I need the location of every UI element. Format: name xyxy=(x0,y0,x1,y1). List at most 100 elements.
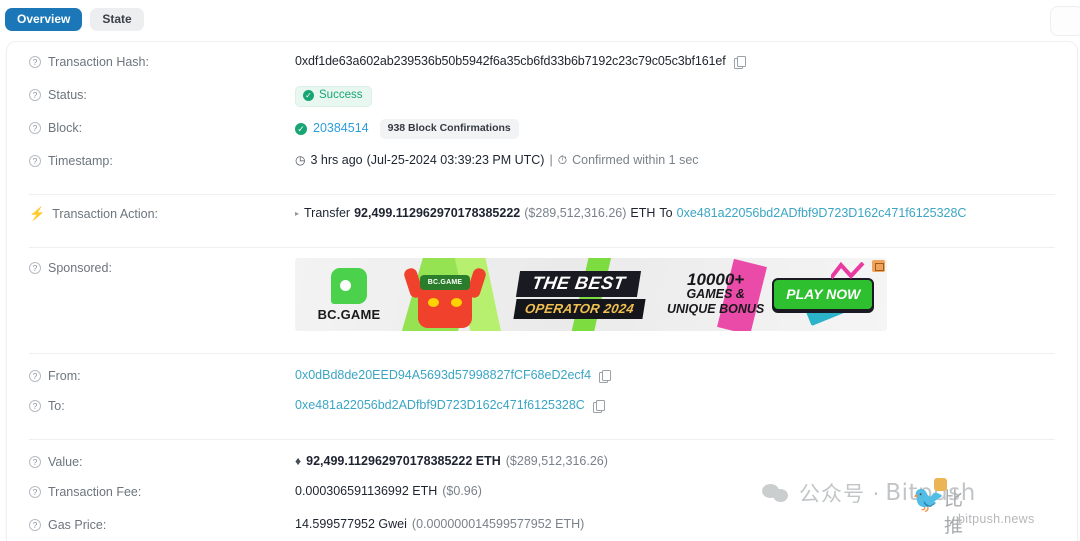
row-from: ? From: 0x0dBd8de20EED94A5693d57998827fC… xyxy=(7,364,1077,397)
row-transaction-hash: ? Transaction Hash: 0xdf1de63a602ab23953… xyxy=(7,53,1077,86)
bolt-icon: ⚡ xyxy=(29,206,46,221)
fee-usd: ($0.96) xyxy=(442,484,482,498)
mascot-eye-left xyxy=(428,297,439,307)
label-text: Block: xyxy=(48,121,83,135)
label-text: From: xyxy=(48,369,81,383)
tab-state[interactable]: State xyxy=(90,8,144,31)
help-icon[interactable]: ? xyxy=(29,400,41,412)
from-address-link[interactable]: 0x0dBd8de20EED94A5693d57998827fCF68eD2ec… xyxy=(295,367,591,384)
label-transaction-hash: ? Transaction Hash: xyxy=(29,53,295,70)
bc-game-logo-icon xyxy=(331,267,367,304)
etherscan-transaction-page: Overview State ? Transaction Hash: 0xdf1… xyxy=(0,0,1080,541)
label-block: ? Block: xyxy=(29,119,295,136)
transaction-hash-text: 0xdf1de63a602ab239536b50b5942f6a35cb6fd3… xyxy=(295,54,726,68)
help-icon[interactable]: ? xyxy=(29,519,41,531)
stopwatch-icon: ⏱ xyxy=(557,153,568,167)
mascot-eye-right xyxy=(451,297,462,307)
gas-price-gwei: 14.599577952 Gwei xyxy=(295,517,407,531)
help-icon[interactable]: ? xyxy=(29,486,41,498)
tab-overview[interactable]: Overview xyxy=(5,8,83,31)
copy-icon[interactable] xyxy=(599,369,612,383)
status-text: Success xyxy=(319,89,363,101)
sponsored-banner-ad[interactable]: BC.GAME BC.GAME THE BEST OPERATOR 2024 1… xyxy=(295,258,887,331)
value-block: ✓ 20384514 938 Block Confirmations xyxy=(295,119,1055,139)
fee-eth: 0.000306591136992 ETH xyxy=(295,484,438,498)
banner-headline: THE BEST OPERATOR 2024 xyxy=(491,270,667,319)
mascot-body: BC.GAME xyxy=(402,266,488,328)
value-eth: 92,499.112962970178385222 ETH xyxy=(306,454,501,468)
top-right-panel-edge xyxy=(1050,6,1080,36)
banner-offer-mid: GAMES & xyxy=(686,287,745,301)
help-icon[interactable]: ? xyxy=(29,456,41,468)
action-usd: ($289,512,316.26) xyxy=(524,206,627,220)
block-check-icon: ✓ xyxy=(295,122,307,135)
tab-bar: Overview State xyxy=(5,8,144,31)
divider xyxy=(29,194,1055,195)
action-to-address-link[interactable]: 0xe481a22056bd2ADfbf9D723D162c471f612532… xyxy=(677,205,967,222)
row-to: ? To: 0xe481a22056bd2ADfbf9D723D162c471f… xyxy=(7,397,1077,430)
help-icon[interactable]: ? xyxy=(29,155,41,167)
gas-price-eth: (0.000000014599577952 ETH) xyxy=(411,517,585,531)
action-verb: Transfer xyxy=(304,206,351,220)
value-transaction-hash: 0xdf1de63a602ab239536b50b5942f6a35cb6fd3… xyxy=(295,53,1055,70)
label-to: ? To: xyxy=(29,397,295,414)
copy-icon[interactable] xyxy=(592,399,605,413)
expand-triangle-icon[interactable]: ▸ xyxy=(295,205,299,222)
banner-headline-bottom: OPERATOR 2024 xyxy=(512,298,646,319)
block-confirmations-badge: 938 Block Confirmations xyxy=(379,119,519,139)
help-icon[interactable]: ? xyxy=(29,56,41,68)
label-text: To: xyxy=(48,399,65,413)
confirmed-within-text: Confirmed within 1 sec xyxy=(572,153,699,167)
clock-icon: ◷ xyxy=(295,153,306,167)
banner-headline-top: THE BEST xyxy=(516,270,642,297)
label-text: Sponsored: xyxy=(48,261,112,275)
label-transaction-action: ⚡ Transaction Action: xyxy=(29,205,295,222)
row-transaction-action: ⚡ Transaction Action: ▸ Transfer 92,499.… xyxy=(7,205,1077,238)
row-gas-price: ? Gas Price: 14.599577952 Gwei (0.000000… xyxy=(7,516,1077,541)
value-transaction-action: ▸ Transfer 92,499.112962970178385222 ($2… xyxy=(295,205,1055,222)
action-to-word: To xyxy=(659,206,673,220)
label-from: ? From: xyxy=(29,367,295,384)
row-block: ? Block: ✓ 20384514 938 Block Confirmati… xyxy=(7,119,1077,152)
label-status: ? Status: xyxy=(29,86,295,103)
copy-icon[interactable] xyxy=(733,55,746,69)
label-timestamp: ? Timestamp: xyxy=(29,152,295,169)
help-icon[interactable]: ? xyxy=(29,370,41,382)
banner-offer-text: 10000+ GAMES & UNIQUE BONUS xyxy=(667,270,765,317)
divider xyxy=(29,247,1055,248)
label-transaction-fee: ? Transaction Fee: xyxy=(29,483,295,500)
help-icon[interactable]: ? xyxy=(29,122,41,134)
block-number-link[interactable]: 20384514 xyxy=(313,120,369,137)
value-gas-price: 14.599577952 Gwei (0.000000014599577952 … xyxy=(295,516,1055,533)
banner-mascot-image: BC.GAME xyxy=(399,262,491,328)
banner-brand-logo: BC.GAME xyxy=(295,267,399,322)
ad-close-icon[interactable] xyxy=(872,260,885,272)
banner-offer-small: UNIQUE BONUS xyxy=(667,302,765,316)
label-text: Value: xyxy=(48,455,83,469)
timestamp-separator: | xyxy=(549,153,553,167)
divider xyxy=(29,353,1055,354)
check-circle-icon: ✓ xyxy=(303,90,314,102)
help-icon[interactable]: ? xyxy=(29,262,41,274)
row-status: ? Status: ✓ Success xyxy=(7,86,1077,119)
label-text: Transaction Fee: xyxy=(48,485,142,499)
value-transaction-fee: 0.000306591136992 ETH ($0.96) xyxy=(295,483,1055,500)
status-badge: ✓ Success xyxy=(295,86,373,107)
timestamp-absolute: (Jul-25-2024 03:39:23 PM UTC) xyxy=(366,153,545,167)
value-usd: ($289,512,316.26) xyxy=(505,454,608,468)
help-icon[interactable]: ? xyxy=(29,89,41,101)
label-text: Status: xyxy=(48,88,87,102)
mascot-cap-label: BC.GAME xyxy=(420,274,470,290)
value-timestamp: ◷ 3 hrs ago (Jul-25-2024 03:39:23 PM UTC… xyxy=(295,152,1055,169)
ethereum-diamond-icon: ♦ xyxy=(295,454,302,468)
to-address-link[interactable]: 0xe481a22056bd2ADfbf9D723D162c471f612532… xyxy=(295,397,585,414)
label-value: ? Value: xyxy=(29,453,295,470)
row-sponsored: ? Sponsored: BC.GAME BC.GAME THE BEST OP… xyxy=(7,258,1077,331)
label-text: Timestamp: xyxy=(48,154,113,168)
row-transaction-fee: ? Transaction Fee: 0.000306591136992 ETH… xyxy=(7,483,1077,516)
banner-play-now-button[interactable]: PLAY NOW xyxy=(772,278,875,311)
row-value: ? Value: ♦ 92,499.112962970178385222 ETH… xyxy=(7,450,1077,483)
banner-offer-big: 10000+ xyxy=(687,270,745,289)
timestamp-relative: 3 hrs ago xyxy=(310,153,363,167)
value-from: 0x0dBd8de20EED94A5693d57998827fCF68eD2ec… xyxy=(295,367,1055,384)
